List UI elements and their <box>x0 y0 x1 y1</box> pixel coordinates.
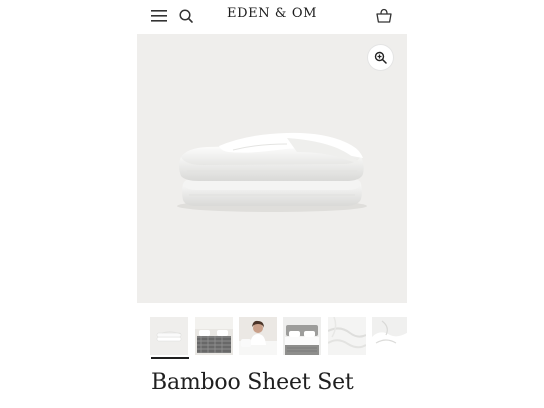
thumbnail-bed-grey-headboard[interactable] <box>283 317 321 355</box>
thumbnail-bed-grey-patterned[interactable] <box>195 317 233 355</box>
thumbnail-folded-sheets[interactable] <box>150 317 188 355</box>
search-icon[interactable] <box>178 8 194 24</box>
brand-logo[interactable]: EDEN & OM <box>212 6 332 21</box>
site-header: EDEN & OM <box>137 0 407 34</box>
thumbnail-strip <box>150 317 407 361</box>
folded-sheets-image <box>177 132 367 212</box>
menu-icon[interactable] <box>151 9 167 23</box>
thumbnail-white-sheet-detail[interactable] <box>372 317 407 355</box>
cart-icon[interactable] <box>375 7 393 25</box>
product-title: Bamboo Sheet Set <box>151 370 354 395</box>
zoom-button[interactable] <box>368 45 393 70</box>
thumbnail-person-on-bed[interactable] <box>239 317 277 355</box>
product-hero-image[interactable] <box>137 34 407 303</box>
active-thumbnail-indicator <box>151 357 189 359</box>
thumbnail-white-sheet-closeup[interactable] <box>328 317 366 355</box>
